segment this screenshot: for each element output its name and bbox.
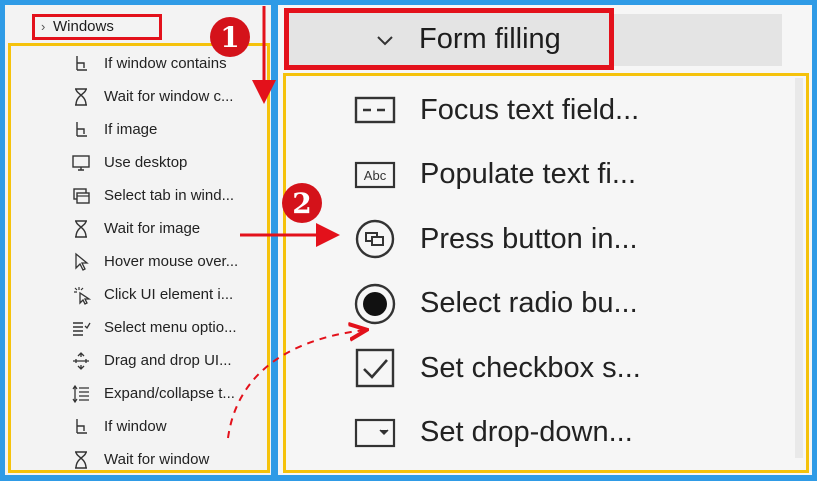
- radio-button-icon: [352, 281, 398, 327]
- svg-text:Abc: Abc: [364, 168, 387, 183]
- left-action-label: If window: [104, 418, 167, 435]
- right-action-item[interactable]: Focus text field...: [352, 78, 641, 143]
- right-action-item[interactable]: Abc Populate text fi...: [352, 143, 641, 208]
- left-action-item[interactable]: Drag and drop UI...: [70, 344, 238, 377]
- right-action-item[interactable]: Set drop-down...: [352, 401, 641, 466]
- left-action-label: Wait for image: [104, 220, 201, 237]
- expand-collapse-icon: [70, 383, 92, 405]
- right-action-item[interactable]: Set checkbox s...: [352, 336, 641, 401]
- left-action-item[interactable]: Select menu optio...: [70, 311, 238, 344]
- step-1-badge: 1: [210, 17, 250, 57]
- left-action-item[interactable]: If window: [70, 410, 238, 443]
- right-action-label: Set drop-down...: [420, 416, 633, 449]
- windows-group-header[interactable]: › Windows: [32, 14, 162, 40]
- form-filling-action-list: Focus text field... Abc Populate text fi..…: [352, 78, 641, 465]
- right-action-item[interactable]: Press button in...: [352, 207, 641, 272]
- left-action-item[interactable]: Wait for image: [70, 212, 238, 245]
- left-action-label: If window contains: [104, 55, 227, 72]
- left-action-label: Drag and drop UI...: [104, 352, 232, 369]
- left-action-item[interactable]: Select tab in wind...: [70, 179, 238, 212]
- left-action-item[interactable]: Click UI element i...: [70, 278, 238, 311]
- hourglass-icon: [70, 86, 92, 108]
- left-action-label: Select menu optio...: [104, 319, 237, 336]
- left-action-item[interactable]: Hover mouse over...: [70, 245, 238, 278]
- press-button-icon: [352, 216, 398, 262]
- left-action-item[interactable]: Use desktop: [70, 146, 238, 179]
- left-action-label: Hover mouse over...: [104, 253, 239, 270]
- chevron-right-icon: ›: [41, 19, 46, 34]
- right-action-label: Select radio bu...: [420, 287, 638, 320]
- checkbox-icon: [352, 345, 398, 391]
- right-action-label: Set checkbox s...: [420, 351, 641, 384]
- left-action-item[interactable]: Wait for window: [70, 443, 238, 476]
- text-field-icon: [352, 87, 398, 133]
- form-filling-group-header[interactable]: Form filling: [284, 8, 614, 70]
- right-scrollbar[interactable]: [795, 78, 803, 458]
- windows-action-list: If window contains Wait for window c... If…: [70, 47, 238, 476]
- abc-field-icon: Abc: [352, 152, 398, 198]
- left-action-item[interactable]: If image: [70, 113, 238, 146]
- if-branch-icon: [70, 416, 92, 438]
- left-action-label: Wait for window c...: [104, 88, 234, 105]
- menu-list-icon: [70, 317, 92, 339]
- left-action-label: Click UI element i...: [104, 286, 234, 303]
- hourglass-icon: [70, 449, 92, 471]
- left-action-label: Select tab in wind...: [104, 187, 235, 204]
- mouse-pointer-icon: [70, 251, 92, 273]
- drag-drop-icon: [70, 350, 92, 372]
- window-tab-icon: [70, 185, 92, 207]
- left-action-label: Use desktop: [104, 154, 188, 171]
- right-action-item[interactable]: Select radio bu...: [352, 272, 641, 337]
- right-action-label: Focus text field...: [420, 93, 640, 126]
- if-branch-icon: [70, 53, 92, 75]
- form-filling-group-label: Form filling: [419, 22, 561, 55]
- right-action-label: Populate text fi...: [420, 158, 637, 191]
- right-action-label: Press button in...: [420, 222, 638, 255]
- monitor-icon: [70, 152, 92, 174]
- if-branch-icon: [70, 119, 92, 141]
- step-2-badge: 2: [282, 183, 322, 223]
- left-action-item[interactable]: Wait for window c...: [70, 80, 238, 113]
- left-action-item[interactable]: If window contains: [70, 47, 238, 80]
- hourglass-icon: [70, 218, 92, 240]
- windows-group-label: Windows: [53, 18, 114, 35]
- click-icon: [70, 284, 92, 306]
- left-action-item[interactable]: Expand/collapse t...: [70, 377, 238, 410]
- dropdown-icon: [352, 410, 398, 456]
- left-action-label: Expand/collapse t...: [104, 385, 235, 402]
- left-action-label: If image: [104, 121, 158, 138]
- chevron-down-icon: [377, 36, 393, 46]
- left-action-label: Wait for window: [104, 451, 210, 468]
